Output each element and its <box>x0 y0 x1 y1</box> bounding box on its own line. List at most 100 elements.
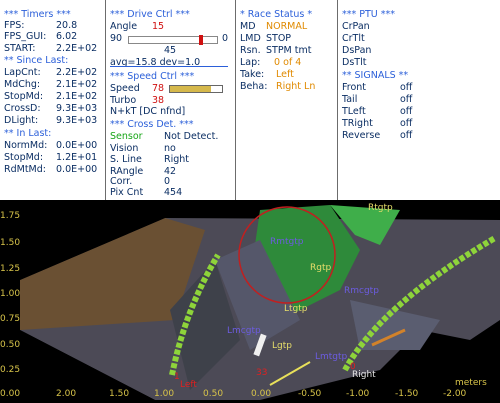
in-last-title: ** In Last: <box>4 128 52 139</box>
slider-min: 90 <box>110 33 123 44</box>
stopmd-last-value: 1.2E+01 <box>56 152 98 163</box>
race-panel: * Race Status * MD NORMAL LMD STOP Rsn. … <box>236 0 337 200</box>
mdchg-value: 2.1E+02 <box>56 79 98 90</box>
x-tick: 2.00 <box>56 389 77 399</box>
tleft-value: off <box>400 106 413 117</box>
marker-rmcgtp: Rmcgtp <box>344 286 379 296</box>
ptu-panel: *** PTU *** CrPan CrTlt DsPan DsTlt ** S… <box>338 0 500 200</box>
marker-lmcgtp: Lmcgtp <box>227 326 261 336</box>
drive-panel: *** Drive Ctrl *** Angle 15 90 0 45 avg=… <box>106 0 235 200</box>
race-title: * Race Status * <box>240 9 313 20</box>
y-tick: 1.75 <box>0 211 21 221</box>
fps-label: FPS: <box>4 20 25 31</box>
pixcnt-label: Pix Cnt <box>110 187 144 198</box>
take-label: Take: <box>240 69 265 80</box>
lapcnt-label: LapCnt: <box>4 67 41 78</box>
md-value: NORMAL <box>266 21 308 32</box>
speed-bar <box>169 85 223 93</box>
marker-ltgtp: Ltgtp <box>284 304 308 314</box>
y-tick: 1.00 <box>0 289 21 299</box>
speed-bar-fill <box>170 86 211 92</box>
turbo-value: 38 <box>152 95 165 106</box>
rdmtmd-value: 0.0E+00 <box>56 164 98 175</box>
speed-label: Speed <box>110 83 140 94</box>
x-tick: 0.50 <box>203 389 224 399</box>
tright-label: TRight <box>342 118 373 129</box>
beha-value: Right Ln <box>276 81 316 92</box>
lmd-value: STOP <box>266 33 292 44</box>
rsn-label: Rsn. <box>240 45 261 56</box>
right-line-number: 0 <box>350 362 356 372</box>
nkt-text: N+kT [DC nfnd] <box>110 106 186 117</box>
x-tick: -0.50 <box>298 389 322 399</box>
angle-slider-handle[interactable] <box>198 35 203 45</box>
lapcnt-value: 2.2E+02 <box>56 67 98 78</box>
center-number: 33 <box>256 368 268 378</box>
dlight-label: DLight: <box>4 115 39 126</box>
cross-title: *** Cross Det. *** <box>110 119 194 130</box>
drive-title: *** Drive Ctrl *** <box>110 9 190 20</box>
track-canvas <box>0 200 500 400</box>
tail-value: off <box>400 94 413 105</box>
lmd-label: LMD <box>240 33 261 44</box>
ptu-item: CrPan <box>342 21 370 32</box>
marker-lmtgtp: Lmtgtp <box>315 352 348 362</box>
ptu-title: *** PTU *** <box>342 9 396 20</box>
corr-value: 0 <box>164 176 171 187</box>
since-last-title: ** Since Last: <box>4 55 69 66</box>
mdchg-label: MdChg: <box>4 79 41 90</box>
corr-label: Corr. <box>110 176 133 187</box>
x-tick: 1.50 <box>109 389 130 399</box>
reverse-value: off <box>400 130 413 141</box>
signals-title: ** SIGNALS ** <box>342 70 409 81</box>
angle-slider[interactable] <box>128 35 218 45</box>
marker-rtgtp: Rtgtp <box>368 203 393 213</box>
normmd-value: 0.0E+00 <box>56 140 98 151</box>
tail-label: Tail <box>342 94 358 105</box>
x-tick: 1.00 <box>154 389 175 399</box>
track-visualization: Rtgtp Rmtgtp Rgtp Rmcgtp Ltgtp Lmcgtp Lg… <box>0 200 500 400</box>
rsn-value: STPM tmt <box>266 45 312 56</box>
crossd-label: CrossD: <box>4 103 41 114</box>
x-tick: 0.00 <box>251 389 272 399</box>
start-label: START: <box>4 43 36 54</box>
y-tick: 0.00 <box>0 389 21 399</box>
fps-gui-value: 6.02 <box>56 31 78 42</box>
ptu-item: DsPan <box>342 45 372 56</box>
y-tick: 0.50 <box>0 340 21 350</box>
marker-rgtp: Rgtp <box>310 263 332 273</box>
take-value: Left <box>276 69 294 80</box>
start-value: 2.2E+02 <box>56 43 98 54</box>
x-axis-unit: meters <box>455 378 487 388</box>
reverse-label: Reverse <box>342 130 381 141</box>
x-tick: -1.50 <box>395 389 419 399</box>
md-label: MD <box>240 21 256 32</box>
y-tick: 0.25 <box>0 365 21 375</box>
pixcnt-value: 454 <box>164 187 183 198</box>
y-tick: 1.25 <box>0 264 21 274</box>
timers-panel: *** Timers *** FPS: 20.8 FPS_GUI: 6.02 S… <box>0 0 105 200</box>
dlight-value: 9.3E+03 <box>56 115 98 126</box>
sline-label: S. Line <box>110 154 142 165</box>
vision-value: no <box>164 143 176 154</box>
fps-gui-label: FPS_GUI: <box>4 31 47 42</box>
avg-underline <box>110 66 228 67</box>
sline-value: Right <box>164 154 190 165</box>
sensor-label: Sensor <box>110 131 143 142</box>
crossd-value: 9.3E+03 <box>56 103 98 114</box>
fps-value: 20.8 <box>56 20 78 31</box>
stopmd-last-label: StopMd: <box>4 152 44 163</box>
rdmtmd-label: RdMtMd: <box>4 164 46 175</box>
marker-rmtgtp: Rmtgtp <box>270 237 304 247</box>
speed-value: 78 <box>152 83 165 94</box>
x-tick: -1.00 <box>346 389 370 399</box>
ptu-item: CrTlt <box>342 33 365 44</box>
front-value: off <box>400 82 413 93</box>
left-line-label: Left <box>180 380 197 390</box>
left-line-number: 1 <box>174 372 180 382</box>
slider-mid: 45 <box>164 45 177 56</box>
marker-lgtp: Lgtp <box>272 341 292 351</box>
angle-value: 15 <box>152 21 165 32</box>
ptu-item: DsTlt <box>342 57 367 68</box>
beha-label: Beha: <box>240 81 268 92</box>
